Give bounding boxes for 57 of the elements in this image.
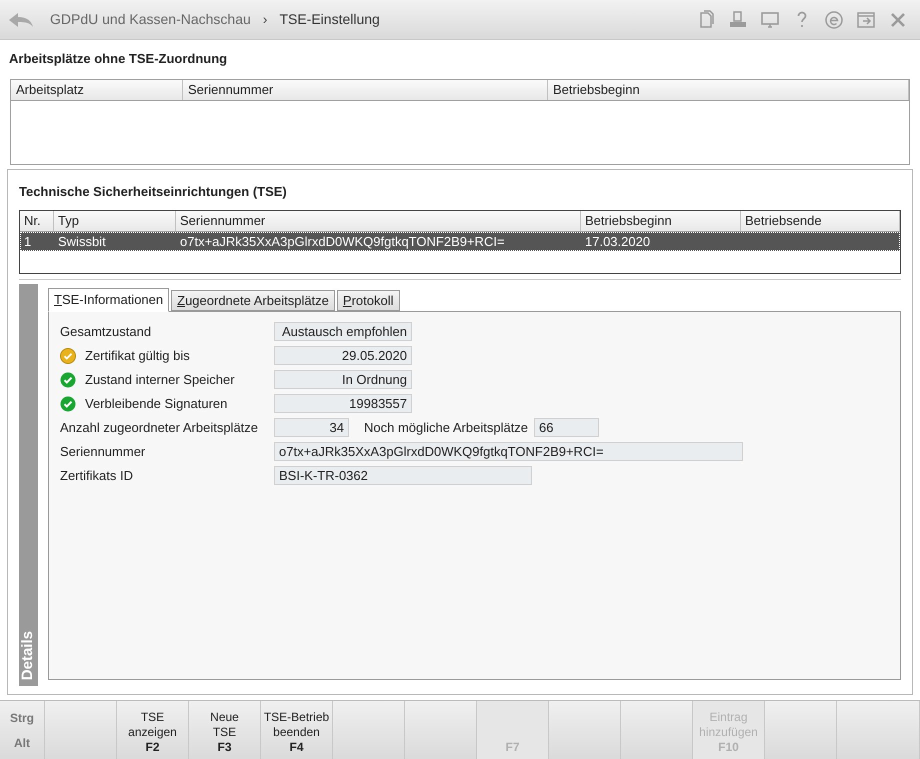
function-key-button[interactable]: Neue TSE F3 bbox=[189, 701, 261, 759]
function-key-button[interactable] bbox=[621, 701, 693, 759]
column-header[interactable]: Typ bbox=[54, 211, 176, 231]
column-header[interactable]: Betriebsbeginn bbox=[548, 80, 909, 100]
field-label: Anzahl zugeordneter Arbeitsplätze bbox=[60, 418, 260, 437]
check-icon bbox=[60, 348, 76, 364]
function-key-button[interactable] bbox=[333, 701, 405, 759]
column-header[interactable]: Betriebsbeginn bbox=[581, 211, 741, 231]
value-field: 19983557 bbox=[274, 394, 412, 413]
table-row[interactable]: 1 Swissbit o7tx+aJRk35XxA3pGlrxdD0WKQ9fgtkqTONF2B9+RCI= 17.03.2020 bbox=[20, 232, 900, 251]
function-key-button[interactable]: TSE-Betrieb beenden F4 bbox=[261, 701, 333, 759]
function-key-button[interactable] bbox=[45, 701, 117, 759]
tab[interactable]: TSE-Informationen bbox=[48, 288, 170, 312]
page-title: TSE-Einstellung bbox=[279, 10, 380, 29]
tab[interactable]: Zugeordnete Arbeitsplätze bbox=[171, 290, 335, 311]
monitor-icon[interactable] bbox=[760, 10, 780, 30]
section-title: Arbeitsplätze ohne TSE-Zuordnung bbox=[9, 50, 228, 68]
column-header[interactable]: Seriennummer bbox=[183, 80, 548, 100]
table-cell-text: o7tx+aJRk35XxA3pGlrxdD0WKQ9fgtkqTONF2B9+RCI= bbox=[180, 232, 505, 251]
function-key-button[interactable]: TSE anzeigen F2 bbox=[117, 701, 189, 759]
function-key-button[interactable] bbox=[765, 701, 837, 759]
details-label: Details bbox=[18, 630, 38, 680]
breadcrumb-separator: › bbox=[262, 10, 268, 29]
value-field: In Ordnung bbox=[274, 370, 412, 389]
table-cell-text: 1 bbox=[24, 232, 32, 251]
field-label: Zustand interner Speicher bbox=[85, 370, 235, 389]
field-label: Gesamtzustand bbox=[60, 322, 152, 341]
table-cell-text: 17.03.2020 bbox=[585, 232, 650, 251]
field-label: Zertifikats ID bbox=[60, 466, 134, 485]
field-label: Seriennummer bbox=[60, 442, 146, 461]
function-key-button[interactable] bbox=[837, 701, 920, 759]
function-key-button[interactable] bbox=[405, 701, 477, 759]
e-icon[interactable] bbox=[824, 10, 844, 30]
column-header[interactable]: Nr. bbox=[20, 211, 54, 231]
field-label: Noch mögliche Arbeitsplätze bbox=[364, 418, 528, 437]
modifier-label: Alt bbox=[14, 734, 30, 752]
column-header[interactable]: Betriebsende bbox=[741, 211, 900, 231]
value-field: Austausch empfohlen bbox=[274, 322, 412, 341]
value-field: o7tx+aJRk35XxA3pGlrxdD0WKQ9fgtkqTONF2B9+RCI= bbox=[274, 442, 743, 461]
column-header[interactable]: Arbeitsplatz bbox=[11, 80, 183, 100]
value-field: 66 bbox=[534, 418, 600, 437]
check-icon bbox=[60, 372, 76, 388]
function-key-button[interactable] bbox=[549, 701, 621, 759]
check-icon bbox=[60, 396, 76, 412]
breadcrumb-link[interactable]: GDPdU und Kassen-Nachschau bbox=[50, 9, 251, 30]
window-icon[interactable] bbox=[856, 10, 876, 30]
field-label: Verbleibende Signaturen bbox=[85, 394, 228, 413]
value-field: 34 bbox=[274, 418, 349, 437]
table-cell-text: Swissbit bbox=[58, 232, 106, 251]
field-label: Zertifikat gültig bis bbox=[85, 346, 190, 365]
value-field: 29.05.2020 bbox=[274, 346, 412, 365]
tab[interactable]: Protokoll bbox=[336, 290, 400, 311]
value-field: BSI-K-TR-0362 bbox=[274, 466, 532, 485]
modifier-label: Strg bbox=[10, 710, 34, 726]
section-title: Technische Sicherheitseinrichtungen (TSE) bbox=[19, 182, 288, 201]
column-header[interactable]: Seriennummer bbox=[176, 211, 581, 231]
printer-icon[interactable] bbox=[728, 10, 748, 30]
